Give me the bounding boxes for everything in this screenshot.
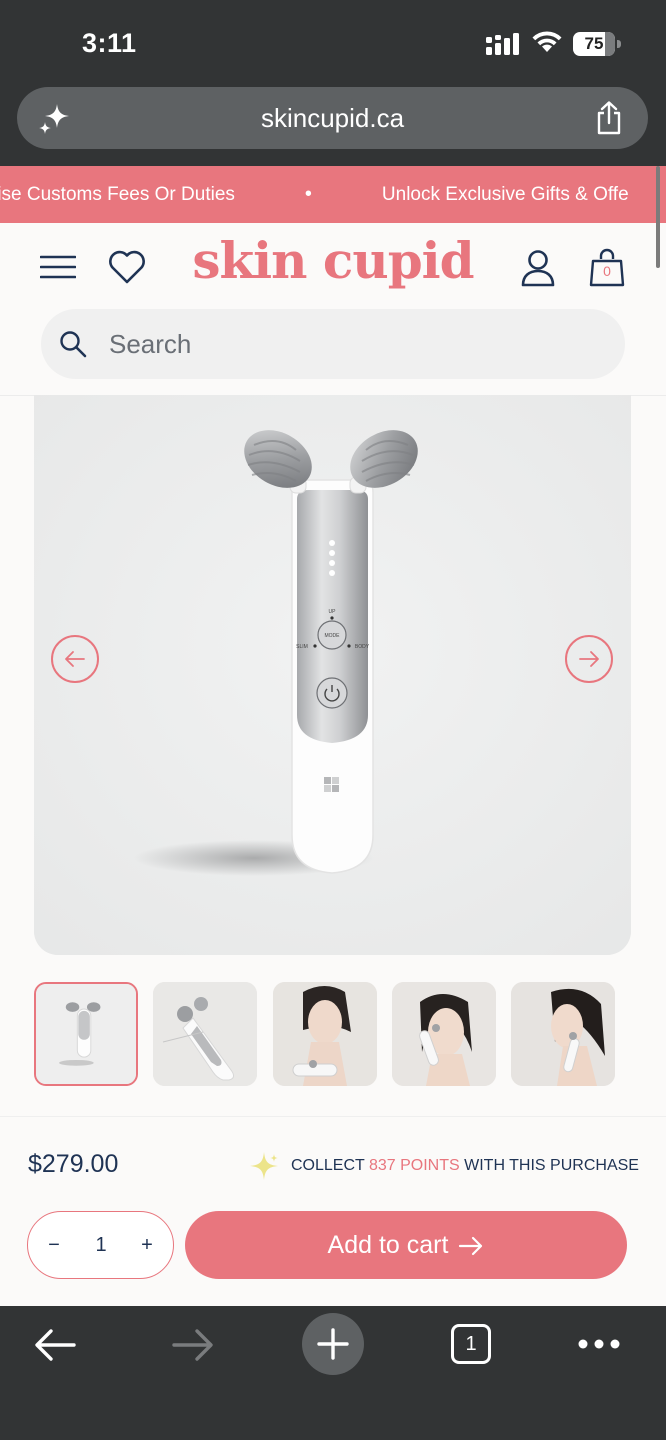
browser-address-area: skincupid.ca [0, 86, 666, 166]
sparkle-icon [250, 1152, 278, 1180]
site-header: skin cupid 0 [0, 223, 666, 313]
quantity-increase-button[interactable]: + [127, 1212, 167, 1278]
arrow-right-icon [579, 651, 599, 667]
cellular-signal-icon [486, 33, 519, 55]
quantity-stepper: − 1 + [27, 1211, 174, 1279]
search-bar[interactable] [41, 309, 625, 379]
arrow-left-icon [65, 651, 85, 667]
plus-icon [317, 1328, 349, 1360]
reward-points-text: COLLECT 837 POINTS WITH THIS PURCHASE [291, 1157, 639, 1175]
cart-count-badge: 0 [603, 263, 611, 279]
thumbnail-strip [34, 982, 634, 1086]
product-price: $279.00 [28, 1150, 119, 1178]
status-bar: 3:11 75 [0, 0, 666, 86]
arrow-right-icon [459, 1236, 483, 1256]
thumbnail-model-face[interactable] [392, 982, 496, 1086]
announcement-text: Unlock Exclusive Gifts & Offe [381, 184, 629, 205]
points-suffix: WITH THIS PURCHASE [464, 1157, 639, 1174]
thumbnail-device-angle[interactable] [153, 982, 257, 1086]
browser-toolbar: 1 [0, 1306, 666, 1440]
product-image-gallery[interactable]: UP MODE SLIM BODY [34, 395, 631, 955]
gallery-next-button[interactable] [565, 635, 613, 683]
add-to-cart-label: Add to cart [327, 1231, 449, 1259]
device-label-mode: MODE [325, 633, 341, 639]
quantity-decrease-button[interactable]: − [34, 1212, 74, 1278]
tab-switcher-button[interactable]: 1 [451, 1324, 491, 1364]
web-page: rise Customs Fees Or Duties • Unlock Exclu… [0, 166, 666, 1306]
points-prefix: COLLECT [291, 1157, 365, 1174]
battery-level: 75 [584, 34, 604, 53]
announcement-bar: rise Customs Fees Or Duties • Unlock Exclu… [0, 166, 666, 223]
thumbnail-device-front[interactable] [34, 982, 138, 1086]
battery-icon: 75 [573, 32, 621, 56]
more-options-icon[interactable] [577, 1334, 621, 1354]
cart-bag-icon[interactable]: 0 [589, 247, 625, 287]
share-icon[interactable] [594, 101, 624, 135]
announcement-text: rise Customs Fees Or Duties [0, 184, 235, 205]
product-main-image: UP MODE SLIM BODY [34, 395, 631, 955]
quantity-value[interactable]: 1 [78, 1212, 124, 1278]
device-label-slim: SLIM [296, 644, 308, 650]
device-label-body: BODY [355, 644, 370, 650]
thumbnail-model-neck[interactable] [273, 982, 377, 1086]
site-logo[interactable]: skin cupid [0, 231, 666, 290]
back-arrow-icon[interactable] [34, 1328, 76, 1362]
add-to-cart-button[interactable]: Add to cart [185, 1211, 627, 1279]
search-input[interactable] [109, 309, 589, 379]
address-bar[interactable]: skincupid.ca [17, 87, 648, 149]
announcement-separator: • [304, 183, 312, 205]
thumbnail-model-jaw[interactable] [511, 982, 615, 1086]
device-label-up: UP [329, 609, 337, 615]
search-icon [60, 331, 87, 358]
wifi-icon [532, 31, 562, 52]
gallery-prev-button[interactable] [51, 635, 99, 683]
section-divider [0, 1116, 666, 1117]
forward-arrow-icon[interactable] [172, 1328, 214, 1362]
status-time: 3:11 [82, 28, 137, 58]
account-icon[interactable] [521, 249, 555, 287]
points-amount: 837 POINTS [368, 1157, 460, 1174]
url-text[interactable]: skincupid.ca [17, 87, 648, 149]
new-tab-button[interactable] [302, 1313, 364, 1375]
